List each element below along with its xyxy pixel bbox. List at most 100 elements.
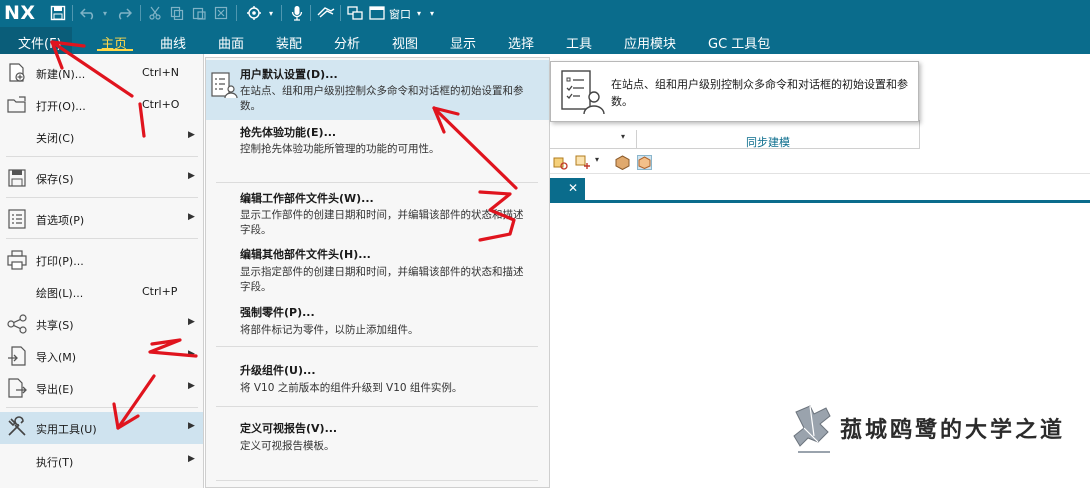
menu-item-shortcut: Ctrl+P [142,285,178,298]
copy-icon[interactable] [168,4,186,22]
menu-item-label: 实用工具(U) [36,423,97,436]
menu-item-label: 新建(N)... [36,68,86,81]
menu-item-open[interactable]: 打开(O)... Ctrl+O [0,90,203,120]
tab-curve[interactable]: 曲线 [160,33,186,52]
save-icon [6,167,28,189]
tab-surface[interactable]: 曲面 [218,33,244,52]
submenu-arrow-icon: ▶ [188,130,195,140]
undo-dropdown-icon[interactable]: ▾ [100,4,110,22]
active-tab-indicator [97,49,133,51]
submenu-arrow-icon: ▶ [188,454,195,464]
repeat-dropdown-icon[interactable]: ▾ [266,4,276,22]
tab-analysis[interactable]: 分析 [334,33,360,52]
command-tooltip: 在站点、组和用户级别控制众多命令和对话框的初始设置和参数。 [550,61,919,122]
submenu-arrow-icon: ▶ [188,381,195,391]
ribbon-tab-bar: 文件(F) 主页 曲线 曲面 装配 分析 视图 显示 选择 工具 应用模块 GC… [0,27,1090,54]
point-dialog-icon[interactable] [575,155,590,170]
menu-item-share[interactable]: 共享(S) ▶ [0,309,203,339]
file-menu: 新建(N)... Ctrl+N 打开(O)... Ctrl+O 关闭(C) ▶ … [0,54,204,488]
tooltip-text: 在站点、组和用户级别控制众多命令和对话框的初始设置和参数。 [611,78,908,108]
share-icon [6,313,28,335]
window-menu[interactable]: 窗口 [389,6,411,22]
tab-selection[interactable]: 选择 [508,33,534,52]
submenu-item-title: 升级组件(U)... [240,364,316,377]
customer-defaults-icon [560,69,606,115]
tab-render[interactable]: 显示 [450,33,476,52]
ribbon-group-dropdown-icon[interactable]: ▾ [621,132,625,141]
switch-window-icon[interactable] [346,4,364,22]
cut-icon[interactable] [146,4,164,22]
document-tab[interactable]: ✕ [549,178,585,202]
delete-icon[interactable] [212,4,230,22]
submenu-item-description: 显示工作部件的创建日期和时间，并编辑该部件的状态和描述字段。 [240,209,524,236]
submenu-item-description: 在站点、组和用户级别控制众多命令和对话框的初始设置和参数。 [240,85,524,112]
submenu-arrow-icon: ▶ [188,421,195,431]
menu-item-save[interactable]: 保存(S) ▶ [0,163,203,193]
open-folder-icon [6,94,28,116]
submenu-item-force-piece-part[interactable]: 强制零件(P)... 将部件标记为零件，以防止添加组件。 [206,302,549,342]
submenu-item-early-access[interactable]: 抢先体验功能(E)... 控制抢先体验功能所管理的功能的可用性。 [206,122,549,162]
submenu-item-description: 将部件标记为零件，以防止添加组件。 [240,324,419,336]
menu-item-shortcut: Ctrl+N [142,66,180,79]
point-dropdown-icon[interactable]: ▾ [595,155,603,170]
tab-tools[interactable]: 工具 [566,33,592,52]
submenu-item-title: 强制零件(P)... [240,306,315,319]
window-icon[interactable] [368,4,386,22]
redo-icon[interactable] [114,4,134,22]
customer-defaults-icon[interactable] [316,4,336,22]
submenu-item-description: 定义可视报告模板。 [240,440,335,452]
export-icon [6,377,28,399]
utilities-submenu: 用户默认设置(D)... 在站点、组和用户级别控制众多命令和对话框的初始设置和参… [205,57,550,488]
save-icon[interactable] [48,4,68,22]
tab-view[interactable]: 视图 [392,33,418,52]
menu-item-shortcut: Ctrl+O [142,98,180,111]
menu-item-label: 打印(P)... [36,255,84,268]
snap-point-icon[interactable] [553,155,568,170]
menu-item-plot[interactable]: 绘图(L)... Ctrl+P [0,277,203,307]
submenu-arrow-icon: ▶ [188,171,195,181]
paste-icon[interactable] [190,4,208,22]
repeat-command-icon[interactable] [244,4,264,22]
submenu-item-customer-defaults[interactable]: 用户默认设置(D)... 在站点、组和用户级别控制众多命令和对话框的初始设置和参… [206,60,549,120]
title-bar: NX ▾ ▾ 窗口 ▾ ▾ [0,0,1090,27]
submenu-arrow-icon: ▶ [188,317,195,327]
menu-item-label: 保存(S) [36,173,74,186]
menu-item-label: 打开(O)... [36,100,86,113]
window-dropdown-icon[interactable]: ▾ [414,4,424,22]
undo-icon[interactable] [78,4,98,22]
tab-gc-toolkit[interactable]: GC 工具包 [708,33,770,52]
toolbar-options-icon[interactable]: ▾ [426,4,438,22]
submenu-item-edit-other-part-header[interactable]: 编辑其他部件文件头(H)... 显示指定部件的创建日期和时间，并编辑该部件的状态… [206,244,549,300]
menu-item-label: 执行(T) [36,456,74,469]
import-icon [6,345,28,367]
file-menu-label: 文件(F) [18,37,62,52]
microphone-icon[interactable] [288,4,306,22]
submenu-item-title: 编辑工作部件文件头(W)... [240,192,374,205]
new-file-icon [6,62,28,84]
menu-item-execute[interactable]: 执行(T) ▶ [0,446,203,476]
menu-item-import[interactable]: 导入(M) ▶ [0,341,203,371]
tab-assemblies[interactable]: 装配 [276,33,302,52]
shaded-view-icon[interactable] [615,155,630,171]
menu-item-label: 首选项(P) [36,214,85,227]
app-logo: NX [4,2,36,24]
submenu-item-description: 控制抢先体验功能所管理的功能的可用性。 [240,143,440,155]
menu-item-close[interactable]: 关闭(C) ▶ [0,122,203,152]
submenu-item-define-visual-report[interactable]: 定义可视报告(V)... 定义可视报告模板。 [206,416,549,456]
static-wireframe-icon[interactable] [637,155,652,170]
submenu-item-description: 将 V10 之前版本的组件升级到 V10 组件实例。 [240,382,463,394]
menu-item-utilities[interactable]: 实用工具(U) ▶ [0,412,203,444]
menu-item-export[interactable]: 导出(E) ▶ [0,373,203,403]
menu-item-label: 绘图(L)... [36,287,84,300]
file-menu-button[interactable]: 文件(F) [0,27,72,54]
watermark: 菰城鸥鹭的大学之道 [790,400,1090,460]
tab-application[interactable]: 应用模块 [624,33,676,52]
selection-toolbar: ▾ [549,152,1090,174]
submenu-item-upgrade-components[interactable]: 升级组件(U)... 将 V10 之前版本的组件升级到 V10 组件实例。 [206,358,549,398]
close-icon[interactable]: ✕ [568,181,578,195]
menu-item-preferences[interactable]: 首选项(P) ▶ [0,204,203,234]
menu-item-new[interactable]: 新建(N)... Ctrl+N [0,58,203,88]
menu-item-label: 导出(E) [36,383,74,396]
submenu-item-edit-work-part-header[interactable]: 编辑工作部件文件头(W)... 显示工作部件的创建日期和时间，并编辑该部件的状态… [206,186,549,242]
menu-item-print[interactable]: 打印(P)... [0,245,203,275]
